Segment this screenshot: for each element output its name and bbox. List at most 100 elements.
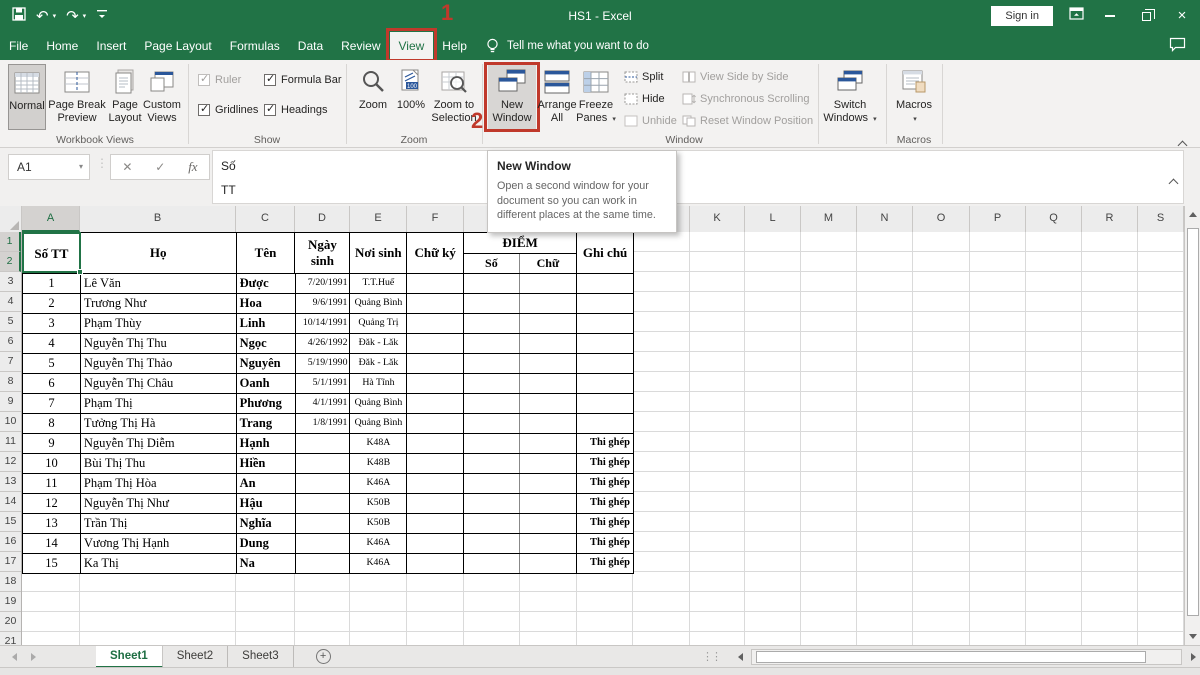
table-cell[interactable]: Bùi Thị Thu: [81, 454, 237, 473]
synchronous-scrolling-button[interactable]: Synchronous Scrolling: [682, 90, 809, 108]
table-cell[interactable]: 4: [23, 334, 81, 353]
row-header-12[interactable]: 12: [0, 452, 21, 472]
row-header-13[interactable]: 13: [0, 472, 21, 492]
table-cell[interactable]: [407, 454, 464, 473]
table-cell[interactable]: [577, 294, 633, 313]
vertical-scrollbar[interactable]: [1184, 206, 1200, 645]
table-cell[interactable]: An: [237, 474, 296, 493]
column-header-O[interactable]: O: [913, 206, 970, 232]
table-cell[interactable]: 1: [23, 274, 81, 293]
header-cell-chu-ky[interactable]: Chữ ký: [407, 233, 464, 273]
unhide-button[interactable]: Unhide: [624, 112, 677, 130]
insert-function-icon[interactable]: fx: [188, 159, 197, 175]
zoom-button[interactable]: Zoom: [354, 64, 392, 130]
formula-input[interactable]: Số TT: [212, 150, 1184, 204]
table-cell[interactable]: 11: [23, 474, 81, 493]
table-cell[interactable]: 10/14/1991: [296, 314, 351, 333]
select-all-button[interactable]: [0, 206, 22, 232]
table-cell[interactable]: [520, 374, 577, 393]
column-header-N[interactable]: N: [857, 206, 913, 232]
header-cell-noi-sinh[interactable]: Nơi sinh: [350, 233, 407, 273]
table-cell[interactable]: [296, 474, 351, 493]
table-cell[interactable]: [520, 414, 577, 433]
header-diem-so[interactable]: Số: [464, 254, 520, 273]
table-cell[interactable]: [407, 514, 464, 533]
row-header-20[interactable]: 20: [0, 612, 21, 632]
column-header-D[interactable]: D: [295, 206, 350, 232]
table-cell[interactable]: K50B: [350, 494, 407, 513]
minimize-button[interactable]: [1100, 0, 1120, 32]
table-cell[interactable]: [577, 394, 633, 413]
table-cell[interactable]: K48A: [350, 434, 407, 453]
table-cell[interactable]: Quảng Trị: [350, 314, 407, 333]
vertical-scrollbar-thumb[interactable]: [1187, 228, 1199, 616]
row-header-2[interactable]: 2: [0, 252, 21, 272]
table-cell[interactable]: [464, 274, 520, 293]
table-cell[interactable]: 2: [23, 294, 81, 313]
scroll-left-button[interactable]: [731, 649, 749, 665]
table-cell[interactable]: [464, 554, 520, 573]
table-cell[interactable]: 7: [23, 394, 81, 413]
table-cell[interactable]: 4/1/1991: [296, 394, 351, 413]
table-cell[interactable]: [407, 554, 464, 573]
table-cell[interactable]: [464, 494, 520, 513]
custom-views-button[interactable]: Custom Views: [142, 64, 182, 130]
table-cell[interactable]: K46A: [350, 534, 407, 553]
column-header-E[interactable]: E: [350, 206, 407, 232]
header-cell-diem[interactable]: ĐIỂM Số Chữ: [464, 233, 577, 273]
table-cell[interactable]: [296, 554, 351, 573]
table-cell[interactable]: Trần Thị: [81, 514, 237, 533]
close-button[interactable]: ×: [1172, 0, 1192, 32]
table-cell[interactable]: [520, 554, 577, 573]
table-cell[interactable]: Đăk - Lăk: [350, 354, 407, 373]
table-cell[interactable]: Hà Tĩnh: [350, 374, 407, 393]
table-cell[interactable]: Lê Văn: [81, 274, 237, 293]
table-cell[interactable]: Được: [237, 274, 296, 293]
row-header-17[interactable]: 17: [0, 552, 21, 572]
row-header-18[interactable]: 18: [0, 572, 21, 592]
table-cell[interactable]: K48B: [350, 454, 407, 473]
table-cell[interactable]: [464, 394, 520, 413]
tab-formulas[interactable]: Formulas: [221, 32, 289, 60]
tab-insert[interactable]: Insert: [87, 32, 135, 60]
table-cell[interactable]: [577, 334, 633, 353]
table-cell[interactable]: [520, 534, 577, 553]
table-cell[interactable]: Thi ghép: [577, 534, 633, 553]
table-cell[interactable]: Thi ghép: [577, 474, 633, 493]
formula-bar-checkbox[interactable]: ✓Formula Bar: [264, 74, 342, 86]
table-cell[interactable]: 1/8/1991: [296, 414, 351, 433]
table-cell[interactable]: 12: [23, 494, 81, 513]
gridlines-checkbox[interactable]: ✓Gridlines: [198, 104, 258, 116]
table-cell[interactable]: Tưởng Thị Hà: [81, 414, 237, 433]
expand-formula-bar-icon[interactable]: [1170, 171, 1177, 195]
row-header-8[interactable]: 8: [0, 372, 21, 392]
split-button[interactable]: Split: [624, 68, 663, 86]
table-cell[interactable]: Nguyễn Thị Diễm: [81, 434, 237, 453]
table-cell[interactable]: [464, 354, 520, 373]
row-header-9[interactable]: 9: [0, 392, 21, 412]
column-header-A[interactable]: A: [22, 206, 80, 232]
column-header-L[interactable]: L: [745, 206, 801, 232]
table-cell[interactable]: [296, 454, 351, 473]
table-cell[interactable]: [296, 494, 351, 513]
restore-button[interactable]: [1136, 0, 1156, 32]
table-cell[interactable]: Nguyễn Thị Thu: [81, 334, 237, 353]
table-cell[interactable]: [520, 454, 577, 473]
normal-view-button[interactable]: Normal: [8, 64, 46, 130]
row-header-7[interactable]: 7: [0, 352, 21, 372]
feedback-icon[interactable]: [1169, 37, 1186, 57]
table-cell[interactable]: 9: [23, 434, 81, 453]
table-cell[interactable]: Nghĩa: [237, 514, 296, 533]
column-header-Q[interactable]: Q: [1026, 206, 1082, 232]
column-header-C[interactable]: C: [236, 206, 295, 232]
table-cell[interactable]: Nguyễn Thị Thảo: [81, 354, 237, 373]
table-cell[interactable]: [577, 414, 633, 433]
new-sheet-button[interactable]: +: [316, 649, 331, 664]
row-header-4[interactable]: 4: [0, 292, 21, 312]
table-cell[interactable]: Vương Thị Hạnh: [81, 534, 237, 553]
table-cell[interactable]: [464, 474, 520, 493]
table-cell[interactable]: [407, 314, 464, 333]
table-cell[interactable]: [520, 514, 577, 533]
table-cell[interactable]: [407, 334, 464, 353]
table-cell[interactable]: K46A: [350, 554, 407, 573]
